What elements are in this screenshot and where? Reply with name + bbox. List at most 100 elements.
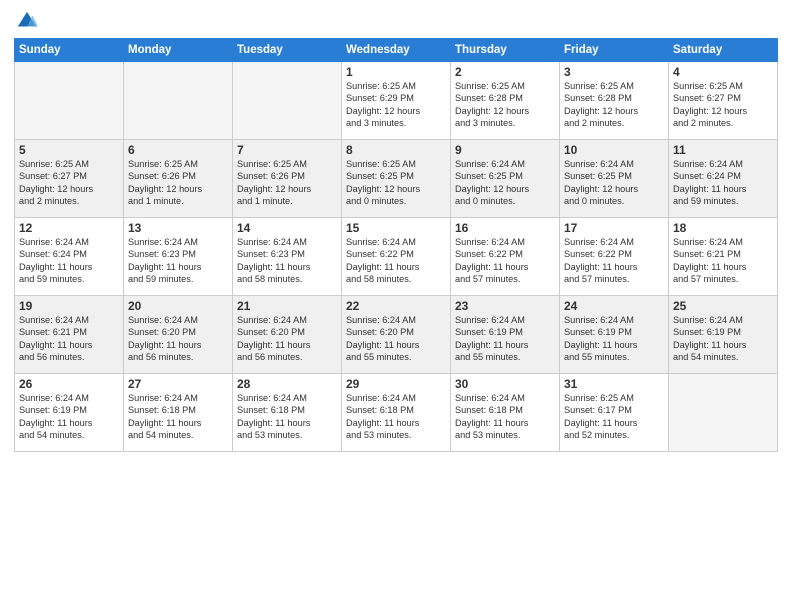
calendar-cell: 5Sunrise: 6:25 AM Sunset: 6:27 PM Daylig… [15, 140, 124, 218]
day-info: Sunrise: 6:24 AM Sunset: 6:25 PM Dayligh… [455, 158, 555, 208]
calendar: SundayMondayTuesdayWednesdayThursdayFrid… [14, 38, 778, 452]
calendar-cell: 22Sunrise: 6:24 AM Sunset: 6:20 PM Dayli… [342, 296, 451, 374]
calendar-cell: 2Sunrise: 6:25 AM Sunset: 6:28 PM Daylig… [451, 62, 560, 140]
day-number: 21 [237, 299, 337, 313]
day-number: 5 [19, 143, 119, 157]
day-info: Sunrise: 6:24 AM Sunset: 6:18 PM Dayligh… [455, 392, 555, 442]
day-number: 24 [564, 299, 664, 313]
col-header-saturday: Saturday [669, 39, 778, 62]
col-header-friday: Friday [560, 39, 669, 62]
day-info: Sunrise: 6:24 AM Sunset: 6:19 PM Dayligh… [564, 314, 664, 364]
col-header-thursday: Thursday [451, 39, 560, 62]
day-number: 8 [346, 143, 446, 157]
day-number: 29 [346, 377, 446, 391]
col-header-tuesday: Tuesday [233, 39, 342, 62]
day-info: Sunrise: 6:25 AM Sunset: 6:17 PM Dayligh… [564, 392, 664, 442]
calendar-cell: 12Sunrise: 6:24 AM Sunset: 6:24 PM Dayli… [15, 218, 124, 296]
day-number: 18 [673, 221, 773, 235]
day-info: Sunrise: 6:25 AM Sunset: 6:28 PM Dayligh… [564, 80, 664, 130]
day-number: 1 [346, 65, 446, 79]
calendar-cell: 8Sunrise: 6:25 AM Sunset: 6:25 PM Daylig… [342, 140, 451, 218]
day-number: 28 [237, 377, 337, 391]
day-number: 3 [564, 65, 664, 79]
day-info: Sunrise: 6:24 AM Sunset: 6:23 PM Dayligh… [237, 236, 337, 286]
day-number: 20 [128, 299, 228, 313]
calendar-cell: 6Sunrise: 6:25 AM Sunset: 6:26 PM Daylig… [124, 140, 233, 218]
calendar-week-row: 19Sunrise: 6:24 AM Sunset: 6:21 PM Dayli… [15, 296, 778, 374]
header [14, 10, 778, 32]
day-info: Sunrise: 6:24 AM Sunset: 6:21 PM Dayligh… [673, 236, 773, 286]
day-info: Sunrise: 6:24 AM Sunset: 6:22 PM Dayligh… [455, 236, 555, 286]
day-info: Sunrise: 6:25 AM Sunset: 6:28 PM Dayligh… [455, 80, 555, 130]
day-info: Sunrise: 6:24 AM Sunset: 6:20 PM Dayligh… [346, 314, 446, 364]
calendar-cell: 1Sunrise: 6:25 AM Sunset: 6:29 PM Daylig… [342, 62, 451, 140]
calendar-cell [233, 62, 342, 140]
calendar-cell: 21Sunrise: 6:24 AM Sunset: 6:20 PM Dayli… [233, 296, 342, 374]
day-info: Sunrise: 6:25 AM Sunset: 6:29 PM Dayligh… [346, 80, 446, 130]
day-number: 16 [455, 221, 555, 235]
day-info: Sunrise: 6:25 AM Sunset: 6:27 PM Dayligh… [673, 80, 773, 130]
calendar-cell: 7Sunrise: 6:25 AM Sunset: 6:26 PM Daylig… [233, 140, 342, 218]
day-number: 15 [346, 221, 446, 235]
calendar-cell: 10Sunrise: 6:24 AM Sunset: 6:25 PM Dayli… [560, 140, 669, 218]
day-number: 25 [673, 299, 773, 313]
calendar-cell: 19Sunrise: 6:24 AM Sunset: 6:21 PM Dayli… [15, 296, 124, 374]
day-number: 23 [455, 299, 555, 313]
day-info: Sunrise: 6:24 AM Sunset: 6:19 PM Dayligh… [19, 392, 119, 442]
calendar-cell: 9Sunrise: 6:24 AM Sunset: 6:25 PM Daylig… [451, 140, 560, 218]
calendar-cell: 27Sunrise: 6:24 AM Sunset: 6:18 PM Dayli… [124, 374, 233, 452]
calendar-week-row: 1Sunrise: 6:25 AM Sunset: 6:29 PM Daylig… [15, 62, 778, 140]
day-number: 2 [455, 65, 555, 79]
col-header-monday: Monday [124, 39, 233, 62]
logo [14, 10, 38, 32]
calendar-week-row: 12Sunrise: 6:24 AM Sunset: 6:24 PM Dayli… [15, 218, 778, 296]
calendar-cell [124, 62, 233, 140]
day-number: 6 [128, 143, 228, 157]
day-info: Sunrise: 6:24 AM Sunset: 6:22 PM Dayligh… [346, 236, 446, 286]
day-info: Sunrise: 6:24 AM Sunset: 6:20 PM Dayligh… [128, 314, 228, 364]
calendar-cell: 14Sunrise: 6:24 AM Sunset: 6:23 PM Dayli… [233, 218, 342, 296]
calendar-cell [669, 374, 778, 452]
calendar-cell: 25Sunrise: 6:24 AM Sunset: 6:19 PM Dayli… [669, 296, 778, 374]
day-number: 27 [128, 377, 228, 391]
calendar-cell: 26Sunrise: 6:24 AM Sunset: 6:19 PM Dayli… [15, 374, 124, 452]
page: SundayMondayTuesdayWednesdayThursdayFrid… [0, 0, 792, 612]
day-info: Sunrise: 6:25 AM Sunset: 6:26 PM Dayligh… [128, 158, 228, 208]
day-number: 17 [564, 221, 664, 235]
day-number: 26 [19, 377, 119, 391]
calendar-cell: 3Sunrise: 6:25 AM Sunset: 6:28 PM Daylig… [560, 62, 669, 140]
day-number: 12 [19, 221, 119, 235]
day-number: 4 [673, 65, 773, 79]
day-info: Sunrise: 6:24 AM Sunset: 6:25 PM Dayligh… [564, 158, 664, 208]
day-info: Sunrise: 6:24 AM Sunset: 6:19 PM Dayligh… [455, 314, 555, 364]
calendar-cell: 20Sunrise: 6:24 AM Sunset: 6:20 PM Dayli… [124, 296, 233, 374]
day-info: Sunrise: 6:24 AM Sunset: 6:24 PM Dayligh… [673, 158, 773, 208]
day-info: Sunrise: 6:24 AM Sunset: 6:23 PM Dayligh… [128, 236, 228, 286]
day-info: Sunrise: 6:24 AM Sunset: 6:20 PM Dayligh… [237, 314, 337, 364]
calendar-cell: 13Sunrise: 6:24 AM Sunset: 6:23 PM Dayli… [124, 218, 233, 296]
day-number: 30 [455, 377, 555, 391]
logo-icon [16, 10, 38, 32]
col-header-wednesday: Wednesday [342, 39, 451, 62]
calendar-cell: 15Sunrise: 6:24 AM Sunset: 6:22 PM Dayli… [342, 218, 451, 296]
day-info: Sunrise: 6:24 AM Sunset: 6:24 PM Dayligh… [19, 236, 119, 286]
day-info: Sunrise: 6:24 AM Sunset: 6:18 PM Dayligh… [346, 392, 446, 442]
day-number: 13 [128, 221, 228, 235]
calendar-cell: 28Sunrise: 6:24 AM Sunset: 6:18 PM Dayli… [233, 374, 342, 452]
calendar-cell: 16Sunrise: 6:24 AM Sunset: 6:22 PM Dayli… [451, 218, 560, 296]
calendar-week-row: 26Sunrise: 6:24 AM Sunset: 6:19 PM Dayli… [15, 374, 778, 452]
calendar-cell: 11Sunrise: 6:24 AM Sunset: 6:24 PM Dayli… [669, 140, 778, 218]
calendar-header-row: SundayMondayTuesdayWednesdayThursdayFrid… [15, 39, 778, 62]
day-info: Sunrise: 6:24 AM Sunset: 6:21 PM Dayligh… [19, 314, 119, 364]
day-number: 11 [673, 143, 773, 157]
calendar-cell: 29Sunrise: 6:24 AM Sunset: 6:18 PM Dayli… [342, 374, 451, 452]
day-number: 9 [455, 143, 555, 157]
day-number: 22 [346, 299, 446, 313]
calendar-cell: 30Sunrise: 6:24 AM Sunset: 6:18 PM Dayli… [451, 374, 560, 452]
day-number: 14 [237, 221, 337, 235]
day-info: Sunrise: 6:24 AM Sunset: 6:19 PM Dayligh… [673, 314, 773, 364]
day-number: 31 [564, 377, 664, 391]
day-info: Sunrise: 6:25 AM Sunset: 6:27 PM Dayligh… [19, 158, 119, 208]
day-number: 19 [19, 299, 119, 313]
calendar-cell: 23Sunrise: 6:24 AM Sunset: 6:19 PM Dayli… [451, 296, 560, 374]
